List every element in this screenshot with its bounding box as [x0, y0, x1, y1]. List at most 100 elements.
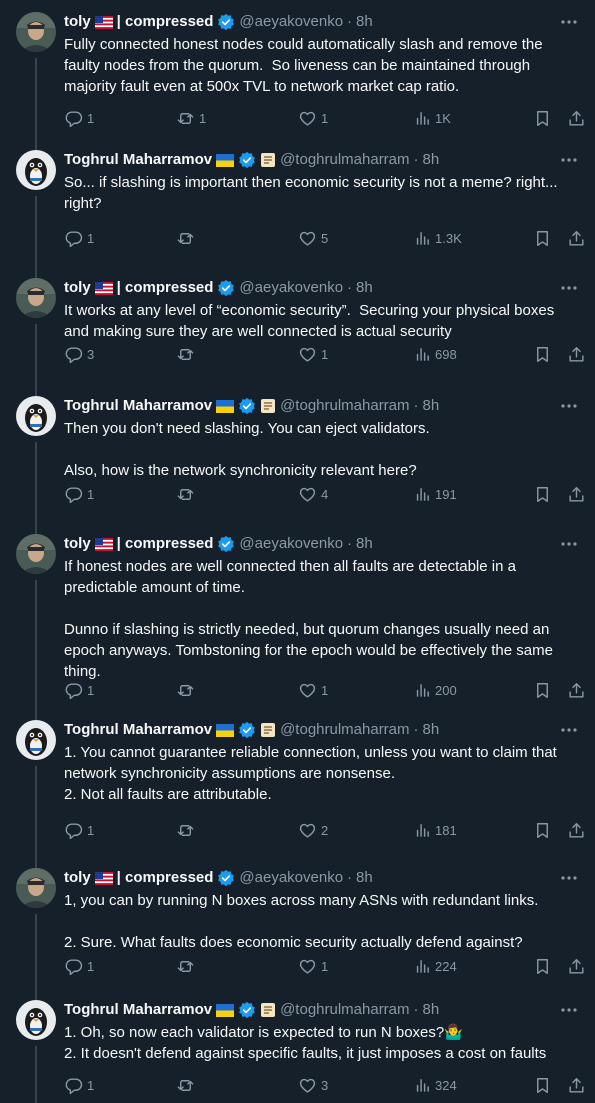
reply-button[interactable]: 1: [64, 228, 94, 248]
reply-button[interactable]: 1: [64, 1075, 94, 1095]
bookmark-button[interactable]: [533, 228, 552, 248]
bookmark-button[interactable]: [533, 108, 552, 128]
repost-button[interactable]: 1: [176, 108, 206, 128]
handle[interactable]: @aeyakovenko: [239, 278, 343, 298]
reply-button[interactable]: 1: [64, 484, 94, 504]
views-button[interactable]: 698: [414, 344, 457, 364]
display-name[interactable]: toly: [64, 868, 91, 888]
like-button[interactable]: 1: [298, 344, 328, 364]
timestamp[interactable]: 8h: [423, 150, 440, 170]
tweet[interactable]: toly | compressed @aeyakovenko · 8h: [0, 522, 595, 708]
like-button[interactable]: 1: [298, 956, 328, 976]
share-button[interactable]: [567, 344, 586, 364]
handle[interactable]: @toghrulmaharram: [280, 720, 409, 740]
display-name[interactable]: Toghrul Maharramov: [64, 396, 212, 416]
repost-button[interactable]: [176, 484, 199, 504]
display-name-suffix[interactable]: | compressed: [117, 12, 214, 32]
share-button[interactable]: [567, 1075, 586, 1095]
handle[interactable]: @toghrulmaharram: [280, 396, 409, 416]
share-button[interactable]: [567, 956, 586, 976]
views-button[interactable]: 191: [414, 484, 457, 504]
handle[interactable]: @toghrulmaharram: [280, 1000, 409, 1020]
reply-button[interactable]: 1: [64, 956, 94, 976]
bookmark-button[interactable]: [533, 680, 552, 700]
views-button[interactable]: 200: [414, 680, 457, 700]
avatar-toly[interactable]: [16, 868, 56, 908]
timestamp[interactable]: 8h: [356, 534, 373, 554]
like-button[interactable]: 5: [298, 228, 328, 248]
reply-button[interactable]: 1: [64, 108, 94, 128]
timestamp[interactable]: 8h: [423, 720, 440, 740]
repost-button[interactable]: [176, 956, 199, 976]
display-name[interactable]: toly: [64, 534, 91, 554]
avatar-toghrul[interactable]: [16, 396, 56, 436]
display-name[interactable]: toly: [64, 278, 91, 298]
tweet[interactable]: toly | compressed @aeyakovenko · 8h: [0, 0, 595, 138]
views-button[interactable]: 1K: [414, 108, 451, 128]
display-name-suffix[interactable]: | compressed: [117, 868, 214, 888]
avatar-toghrul[interactable]: [16, 1000, 56, 1040]
display-name[interactable]: Toghrul Maharramov: [64, 1000, 212, 1020]
like-button[interactable]: 3: [298, 1075, 328, 1095]
more-icon[interactable]: [559, 12, 579, 32]
reply-button[interactable]: 1: [64, 820, 94, 840]
display-name[interactable]: Toghrul Maharramov: [64, 720, 212, 740]
repost-button[interactable]: [176, 820, 199, 840]
avatar-toghrul[interactable]: [16, 150, 56, 190]
avatar-toly[interactable]: [16, 12, 56, 52]
tweet[interactable]: Toghrul Maharramov @toghrulmaharram · 8h: [0, 384, 595, 522]
repost-button[interactable]: [176, 680, 199, 700]
like-button[interactable]: 1: [298, 108, 328, 128]
reply-button[interactable]: 3: [64, 344, 94, 364]
bookmark-button[interactable]: [533, 344, 552, 364]
display-name[interactable]: toly: [64, 12, 91, 32]
more-icon[interactable]: [559, 150, 579, 170]
tweet[interactable]: Toghrul Maharramov @toghrulmaharram · 8h: [0, 708, 595, 856]
more-icon[interactable]: [559, 396, 579, 416]
handle[interactable]: @aeyakovenko: [239, 534, 343, 554]
bookmark-button[interactable]: [533, 1075, 552, 1095]
bookmark-button[interactable]: [533, 820, 552, 840]
timestamp[interactable]: 8h: [356, 278, 373, 298]
timestamp[interactable]: 8h: [356, 868, 373, 888]
display-name-suffix[interactable]: | compressed: [117, 534, 214, 554]
tweet[interactable]: Toghrul Maharramov @toghrulmaharram · 8h: [0, 138, 595, 266]
like-button[interactable]: 4: [298, 484, 328, 504]
handle[interactable]: @toghrulmaharram: [280, 150, 409, 170]
timestamp[interactable]: 8h: [356, 12, 373, 32]
repost-button[interactable]: [176, 228, 199, 248]
timestamp[interactable]: 8h: [423, 1000, 440, 1020]
handle[interactable]: @aeyakovenko: [239, 12, 343, 32]
display-name[interactable]: Toghrul Maharramov: [64, 150, 212, 170]
share-button[interactable]: [567, 820, 586, 840]
display-name-suffix[interactable]: | compressed: [117, 278, 214, 298]
views-button[interactable]: 324: [414, 1075, 457, 1095]
tweet[interactable]: toly | compressed @aeyakovenko · 8h: [0, 856, 595, 988]
views-button[interactable]: 181: [414, 820, 457, 840]
avatar-toly[interactable]: [16, 534, 56, 574]
repost-button[interactable]: [176, 1075, 199, 1095]
share-button[interactable]: [567, 228, 586, 248]
avatar-toly[interactable]: [16, 278, 56, 318]
more-icon[interactable]: [559, 534, 579, 554]
more-icon[interactable]: [559, 868, 579, 888]
bookmark-button[interactable]: [533, 956, 552, 976]
tweet[interactable]: toly | compressed @aeyakovenko · 8h: [0, 266, 595, 384]
more-icon[interactable]: [559, 278, 579, 298]
views-button[interactable]: 224: [414, 956, 457, 976]
views-button[interactable]: 1.3K: [414, 228, 462, 248]
more-icon[interactable]: [559, 1000, 579, 1020]
handle[interactable]: @aeyakovenko: [239, 868, 343, 888]
reply-button[interactable]: 1: [64, 680, 94, 700]
repost-button[interactable]: [176, 344, 199, 364]
timestamp[interactable]: 8h: [423, 396, 440, 416]
bookmark-button[interactable]: [533, 484, 552, 504]
share-button[interactable]: [567, 108, 586, 128]
more-icon[interactable]: [559, 720, 579, 740]
like-button[interactable]: 2: [298, 820, 328, 840]
share-button[interactable]: [567, 680, 586, 700]
avatar-toghrul[interactable]: [16, 720, 56, 760]
share-button[interactable]: [567, 484, 586, 504]
like-button[interactable]: 1: [298, 680, 328, 700]
tweet[interactable]: Toghrul Maharramov @toghrulmaharram · 8h: [0, 988, 595, 1103]
